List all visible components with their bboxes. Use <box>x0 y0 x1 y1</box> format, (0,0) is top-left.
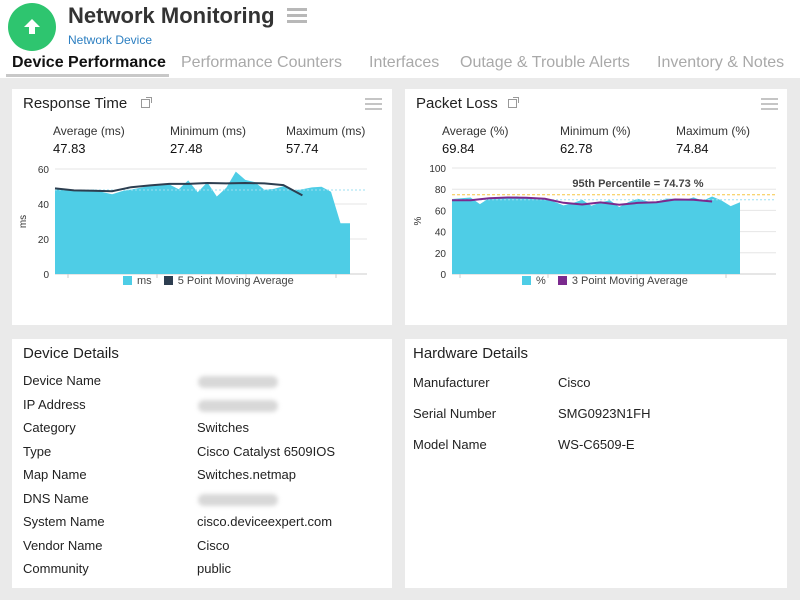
header: Network Monitoring Network Device Device… <box>0 0 800 78</box>
detail-label: System Name <box>23 514 105 529</box>
device-type-link[interactable]: Network Device <box>68 33 152 47</box>
device-details-title: Device Details <box>23 345 119 362</box>
y-tick-label: 40 <box>38 200 50 211</box>
y-tick-label: 100 <box>429 164 446 175</box>
legend-item-percent[interactable]: % <box>522 275 546 287</box>
external-link-icon[interactable] <box>508 99 517 108</box>
tab-performance-counters[interactable]: Performance Counters <box>181 54 342 72</box>
detail-label: IP Address <box>23 397 86 412</box>
hardware-label: Model Name <box>413 437 487 452</box>
external-link-icon[interactable] <box>141 99 150 108</box>
tab-outage-trouble-alerts[interactable]: Outage & Trouble Alerts <box>460 54 630 72</box>
y-axis-label: % <box>413 216 424 225</box>
legend-item-moving-average[interactable]: 5 Point Moving Average <box>164 275 294 287</box>
packet-loss-panel: Packet Loss Average (%) 69.84 Minimum (%… <box>405 89 787 325</box>
response-time-title: Response Time <box>23 95 127 112</box>
y-tick-label: 80 <box>435 185 447 196</box>
area-series-ms <box>55 172 350 274</box>
hardware-value: SMG0923N1FH <box>558 406 650 421</box>
hardware-details-title: Hardware Details <box>413 345 528 362</box>
packet-loss-chart: 020406080100%95th Percentile = 74.73 %29… <box>405 149 787 279</box>
legend-item-moving-average[interactable]: 3 Point Moving Average <box>558 275 688 287</box>
page-title: Network Monitoring <box>68 3 275 29</box>
y-tick-label: 20 <box>38 235 50 246</box>
detail-label: Map Name <box>23 467 87 482</box>
panel-menu-icon[interactable] <box>761 98 778 112</box>
packet-loss-title: Packet Loss <box>416 95 498 112</box>
hamburger-menu-icon[interactable] <box>287 8 307 24</box>
tab-inventory-notes[interactable]: Inventory & Notes <box>657 54 784 72</box>
hardware-value: WS-C6509-E <box>558 437 635 452</box>
y-tick-label: 0 <box>440 270 446 279</box>
panel-menu-icon[interactable] <box>365 98 382 112</box>
active-tab-indicator <box>6 74 169 77</box>
detail-value: Cisco Catalyst 6509IOS <box>197 444 335 459</box>
detail-label: Type <box>23 444 51 459</box>
detail-value: cisco.deviceexpert.com <box>197 514 332 529</box>
y-tick-label: 20 <box>435 249 447 260</box>
detail-value: Switches.netmap <box>197 467 296 482</box>
detail-label: Device Name <box>23 373 101 388</box>
hardware-value: Cisco <box>558 375 591 390</box>
redacted-value <box>198 494 278 506</box>
hardware-details-panel: Hardware Details Manufacturer Cisco Serial… <box>405 339 787 588</box>
legend-item-ms[interactable]: ms <box>123 275 152 287</box>
y-tick-label: 40 <box>435 228 447 239</box>
detail-label: Category <box>23 420 76 435</box>
response-time-legend: ms 5 Point Moving Average <box>123 275 303 287</box>
percentile-label: 95th Percentile = 74.73 % <box>572 178 703 190</box>
detail-label: Vendor Name <box>23 538 103 553</box>
status-up-icon <box>8 3 56 51</box>
detail-value: Cisco <box>197 538 230 553</box>
tab-interfaces[interactable]: Interfaces <box>369 54 439 72</box>
detail-value: Switches <box>197 420 249 435</box>
y-tick-label: 0 <box>43 270 49 279</box>
y-axis-label: ms <box>18 215 29 228</box>
tab-device-performance[interactable]: Device Performance <box>12 54 166 72</box>
redacted-value <box>198 376 278 388</box>
response-time-panel: Response Time Average (ms) 47.83 Minimum… <box>12 89 392 325</box>
device-details-panel: Device Details Device Name IP Address Cate… <box>12 339 392 588</box>
area-series-% <box>452 196 740 274</box>
detail-value: public <box>197 561 231 576</box>
packet-loss-legend: % 3 Point Moving Average <box>522 275 697 287</box>
redacted-value <box>198 400 278 412</box>
detail-label: Community <box>23 561 89 576</box>
hardware-label: Manufacturer <box>413 375 490 390</box>
tab-bar: Device Performance Performance Counters … <box>0 54 800 76</box>
y-tick-label: 60 <box>38 165 50 176</box>
y-tick-label: 60 <box>435 206 447 217</box>
response-time-chart: 0204060ms29-Feb-1607-Mar-1614-Mar-1621-M… <box>12 149 392 279</box>
detail-label: DNS Name <box>23 491 89 506</box>
hardware-label: Serial Number <box>413 406 496 421</box>
